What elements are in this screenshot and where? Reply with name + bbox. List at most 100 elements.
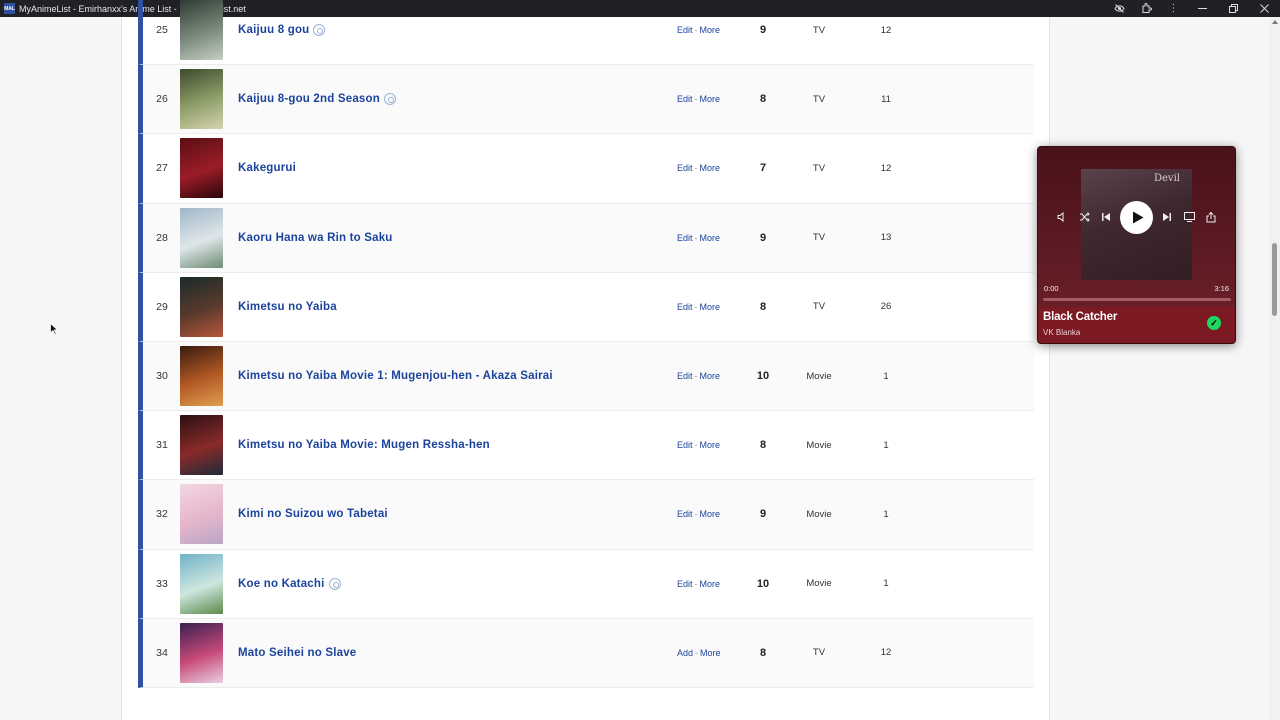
anime-title-link[interactable]: Kimetsu no Yaiba Movie 1: Mugenjou-hen -… xyxy=(238,370,553,382)
progress-value[interactable]: 1 xyxy=(876,578,896,589)
score-value[interactable]: 8 xyxy=(753,93,773,105)
score-value[interactable]: 9 xyxy=(753,232,773,244)
anime-thumbnail[interactable] xyxy=(180,622,223,683)
edit-link[interactable]: Edit xyxy=(677,302,693,312)
edit-link[interactable]: Edit xyxy=(677,233,693,243)
anime-title-link[interactable]: Kakegurui xyxy=(238,162,296,174)
progress-value[interactable]: 1 xyxy=(876,509,896,520)
progress-value[interactable]: 13 xyxy=(876,232,896,243)
anime-title-text[interactable]: Koe no Katachi xyxy=(238,578,325,590)
separator: - xyxy=(694,578,698,589)
mini-player[interactable]: Devil 0:00 3:16 Black Catcher VK Blanka … xyxy=(1037,146,1236,344)
anime-thumbnail[interactable] xyxy=(180,484,223,545)
score-value[interactable]: 8 xyxy=(753,647,773,659)
type-value: Movie xyxy=(806,439,832,451)
cast-icon[interactable] xyxy=(1178,206,1200,228)
edit-link[interactable]: Edit xyxy=(677,94,693,104)
more-link[interactable]: More xyxy=(700,371,721,381)
eye-slash-icon[interactable] xyxy=(1106,0,1133,17)
progress-value[interactable]: 12 xyxy=(876,647,896,658)
anime-title-link[interactable]: Mato Seihei no Slave xyxy=(238,647,356,659)
anime-title-text[interactable]: Kimetsu no Yaiba Movie 1: Mugenjou-hen -… xyxy=(238,370,553,382)
anime-title-text[interactable]: Kaijuu 8-gou 2nd Season xyxy=(238,93,380,105)
song-title[interactable]: Black Catcher xyxy=(1043,311,1117,323)
anime-title-link[interactable]: Kaijuu 8-gou 2nd Season xyxy=(238,93,396,106)
more-link[interactable]: More xyxy=(700,163,721,173)
next-track-icon[interactable] xyxy=(1156,206,1178,228)
anime-title-text[interactable]: Kimetsu no Yaiba Movie: Mugen Ressha-hen xyxy=(238,439,490,451)
extensions-puzzle-icon[interactable] xyxy=(1133,0,1160,17)
more-link[interactable]: More xyxy=(700,509,721,519)
anime-title-link[interactable]: Kimi no Suizou wo Tabetai xyxy=(238,508,388,520)
anime-thumbnail[interactable] xyxy=(180,207,223,268)
progress-bar[interactable] xyxy=(1043,298,1231,301)
type-value: Movie xyxy=(806,370,832,382)
edit-link[interactable]: Edit xyxy=(677,579,693,589)
more-link[interactable]: More xyxy=(700,302,721,312)
type-value: TV xyxy=(812,647,826,659)
more-link[interactable]: More xyxy=(700,25,721,35)
anime-thumbnail[interactable] xyxy=(180,0,223,61)
share-icon[interactable] xyxy=(1200,206,1222,228)
more-link[interactable]: More xyxy=(700,440,721,450)
shuffle-icon[interactable] xyxy=(1073,206,1095,228)
progress-value[interactable]: 26 xyxy=(876,301,896,312)
row-actions: Edit - More xyxy=(677,233,720,243)
more-link[interactable]: More xyxy=(700,94,721,104)
anime-thumbnail[interactable] xyxy=(180,138,223,199)
anime-title-text[interactable]: Kaijuu 8 gou xyxy=(238,24,309,36)
scroll-up-arrow-icon[interactable] xyxy=(1272,20,1278,24)
score-value[interactable]: 10 xyxy=(753,370,773,382)
score-value[interactable]: 8 xyxy=(753,301,773,313)
saved-check-icon[interactable]: ✓ xyxy=(1207,316,1221,330)
anime-title-link[interactable]: Kaijuu 8 gou xyxy=(238,24,326,37)
anime-title-text[interactable]: Kimetsu no Yaiba xyxy=(238,301,337,313)
scrollbar-thumb[interactable] xyxy=(1272,243,1277,316)
more-link[interactable]: More xyxy=(700,648,721,658)
anime-title-link[interactable]: Kimetsu no Yaiba Movie: Mugen Ressha-hen xyxy=(238,439,490,451)
anime-thumbnail[interactable] xyxy=(180,553,223,614)
more-link[interactable]: More xyxy=(700,579,721,589)
airing-status-icon xyxy=(313,24,326,37)
previous-track-icon[interactable] xyxy=(1095,206,1117,228)
anime-title-link[interactable]: Kaoru Hana wa Rin to Saku xyxy=(238,232,393,244)
score-value[interactable]: 9 xyxy=(753,508,773,520)
edit-link[interactable]: Add xyxy=(677,648,693,658)
edit-link[interactable]: Edit xyxy=(677,163,693,173)
anime-thumbnail[interactable] xyxy=(180,346,223,407)
type-value: TV xyxy=(812,162,826,174)
minimize-icon[interactable] xyxy=(1187,0,1218,17)
more-link[interactable]: More xyxy=(700,233,721,243)
anime-title-link[interactable]: Kimetsu no Yaiba xyxy=(238,301,337,313)
row-number: 29 xyxy=(156,300,168,313)
anime-title-text[interactable]: Kimi no Suizou wo Tabetai xyxy=(238,508,388,520)
progress-value[interactable]: 1 xyxy=(876,371,896,382)
progress-value[interactable]: 12 xyxy=(876,25,896,36)
edit-link[interactable]: Edit xyxy=(677,440,693,450)
progress-value[interactable]: 11 xyxy=(876,94,896,105)
anime-thumbnail[interactable] xyxy=(180,69,223,130)
volume-icon[interactable] xyxy=(1051,206,1073,228)
anime-thumbnail[interactable] xyxy=(180,276,223,337)
anime-title-text[interactable]: Kakegurui xyxy=(238,162,296,174)
close-icon[interactable] xyxy=(1249,0,1280,17)
anime-thumbnail[interactable] xyxy=(180,415,223,476)
restore-icon[interactable] xyxy=(1218,0,1249,17)
progress-value[interactable]: 12 xyxy=(876,163,896,174)
edit-link[interactable]: Edit xyxy=(677,25,693,35)
anime-title-link[interactable]: Koe no Katachi xyxy=(238,577,341,590)
progress-value[interactable]: 1 xyxy=(876,440,896,451)
score-value[interactable]: 7 xyxy=(753,162,773,174)
anime-title-text[interactable]: Kaoru Hana wa Rin to Saku xyxy=(238,232,393,244)
page-scrollbar[interactable] xyxy=(1269,17,1280,720)
airing-status-icon xyxy=(383,93,396,106)
score-value[interactable]: 10 xyxy=(753,578,773,590)
artist-name[interactable]: VK Blanka xyxy=(1043,328,1080,337)
edit-link[interactable]: Edit xyxy=(677,509,693,519)
edit-link[interactable]: Edit xyxy=(677,371,693,381)
kebab-menu-icon[interactable]: ⋮ xyxy=(1160,0,1187,17)
play-button[interactable] xyxy=(1120,200,1153,234)
score-value[interactable]: 9 xyxy=(753,24,773,36)
anime-title-text[interactable]: Mato Seihei no Slave xyxy=(238,647,356,659)
score-value[interactable]: 8 xyxy=(753,439,773,451)
